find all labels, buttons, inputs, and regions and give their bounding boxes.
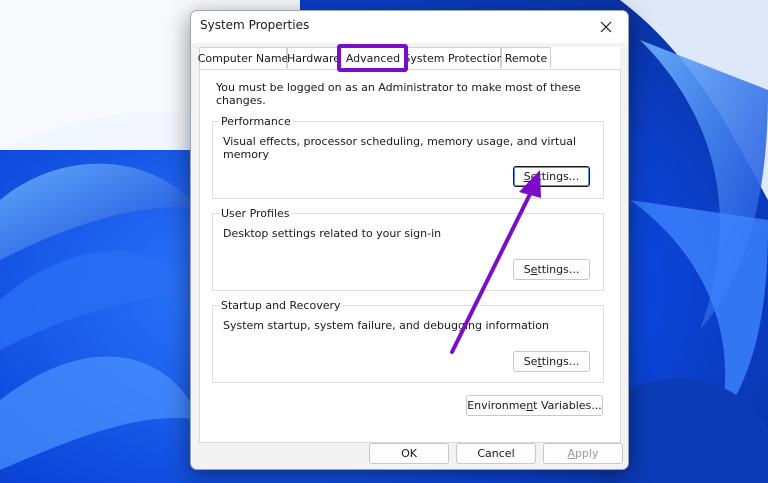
startup-recovery-description: System startup, system failure, and debu…: [223, 319, 549, 332]
admin-note: You must be logged on as an Administrato…: [216, 81, 581, 107]
ok-button[interactable]: OK: [369, 443, 449, 464]
tab-computer-name[interactable]: Computer Name: [198, 47, 288, 68]
advanced-tab-panel: You must be logged on as an Administrato…: [199, 69, 621, 443]
title-bar[interactable]: System Properties: [191, 11, 628, 43]
close-icon: [600, 21, 612, 33]
tab-hardware[interactable]: Hardware: [287, 47, 340, 68]
system-properties-dialog: System Properties Computer Name Hardware…: [190, 10, 629, 470]
user-profiles-settings-button[interactable]: Se ttings...: [513, 259, 590, 280]
tab-remote[interactable]: Remote: [501, 47, 551, 68]
performance-title: Performance: [219, 115, 293, 128]
startup-recovery-title: Startup and Recovery: [219, 299, 343, 312]
tab-system-protection[interactable]: System Protection: [403, 47, 504, 68]
performance-settings-button[interactable]: Settings...: [513, 166, 590, 187]
tab-advanced[interactable]: Advanced: [340, 47, 406, 68]
cancel-button[interactable]: Cancel: [456, 443, 536, 464]
performance-description: Visual effects, processor scheduling, me…: [223, 135, 577, 161]
performance-group: Performance Visual effects, processor sc…: [212, 115, 604, 199]
apply-button[interactable]: Apply: [543, 443, 623, 464]
startup-recovery-settings-button[interactable]: Se t tings...: [513, 351, 590, 372]
tab-strip: Computer Name Hardware Advanced System P…: [198, 47, 620, 69]
close-button[interactable]: [588, 13, 624, 41]
window-title: System Properties: [200, 18, 310, 32]
startup-recovery-group: Startup and Recovery System startup, sys…: [212, 299, 604, 383]
user-profiles-group: User Profiles Desktop settings related t…: [212, 207, 604, 291]
user-profiles-title: User Profiles: [219, 207, 292, 220]
user-profiles-description: Desktop settings related to your sign-in: [223, 227, 442, 240]
dialog-footer: OK Cancel Apply: [191, 443, 628, 469]
environment-variables-button[interactable]: Environme n t Variables...: [466, 395, 603, 416]
